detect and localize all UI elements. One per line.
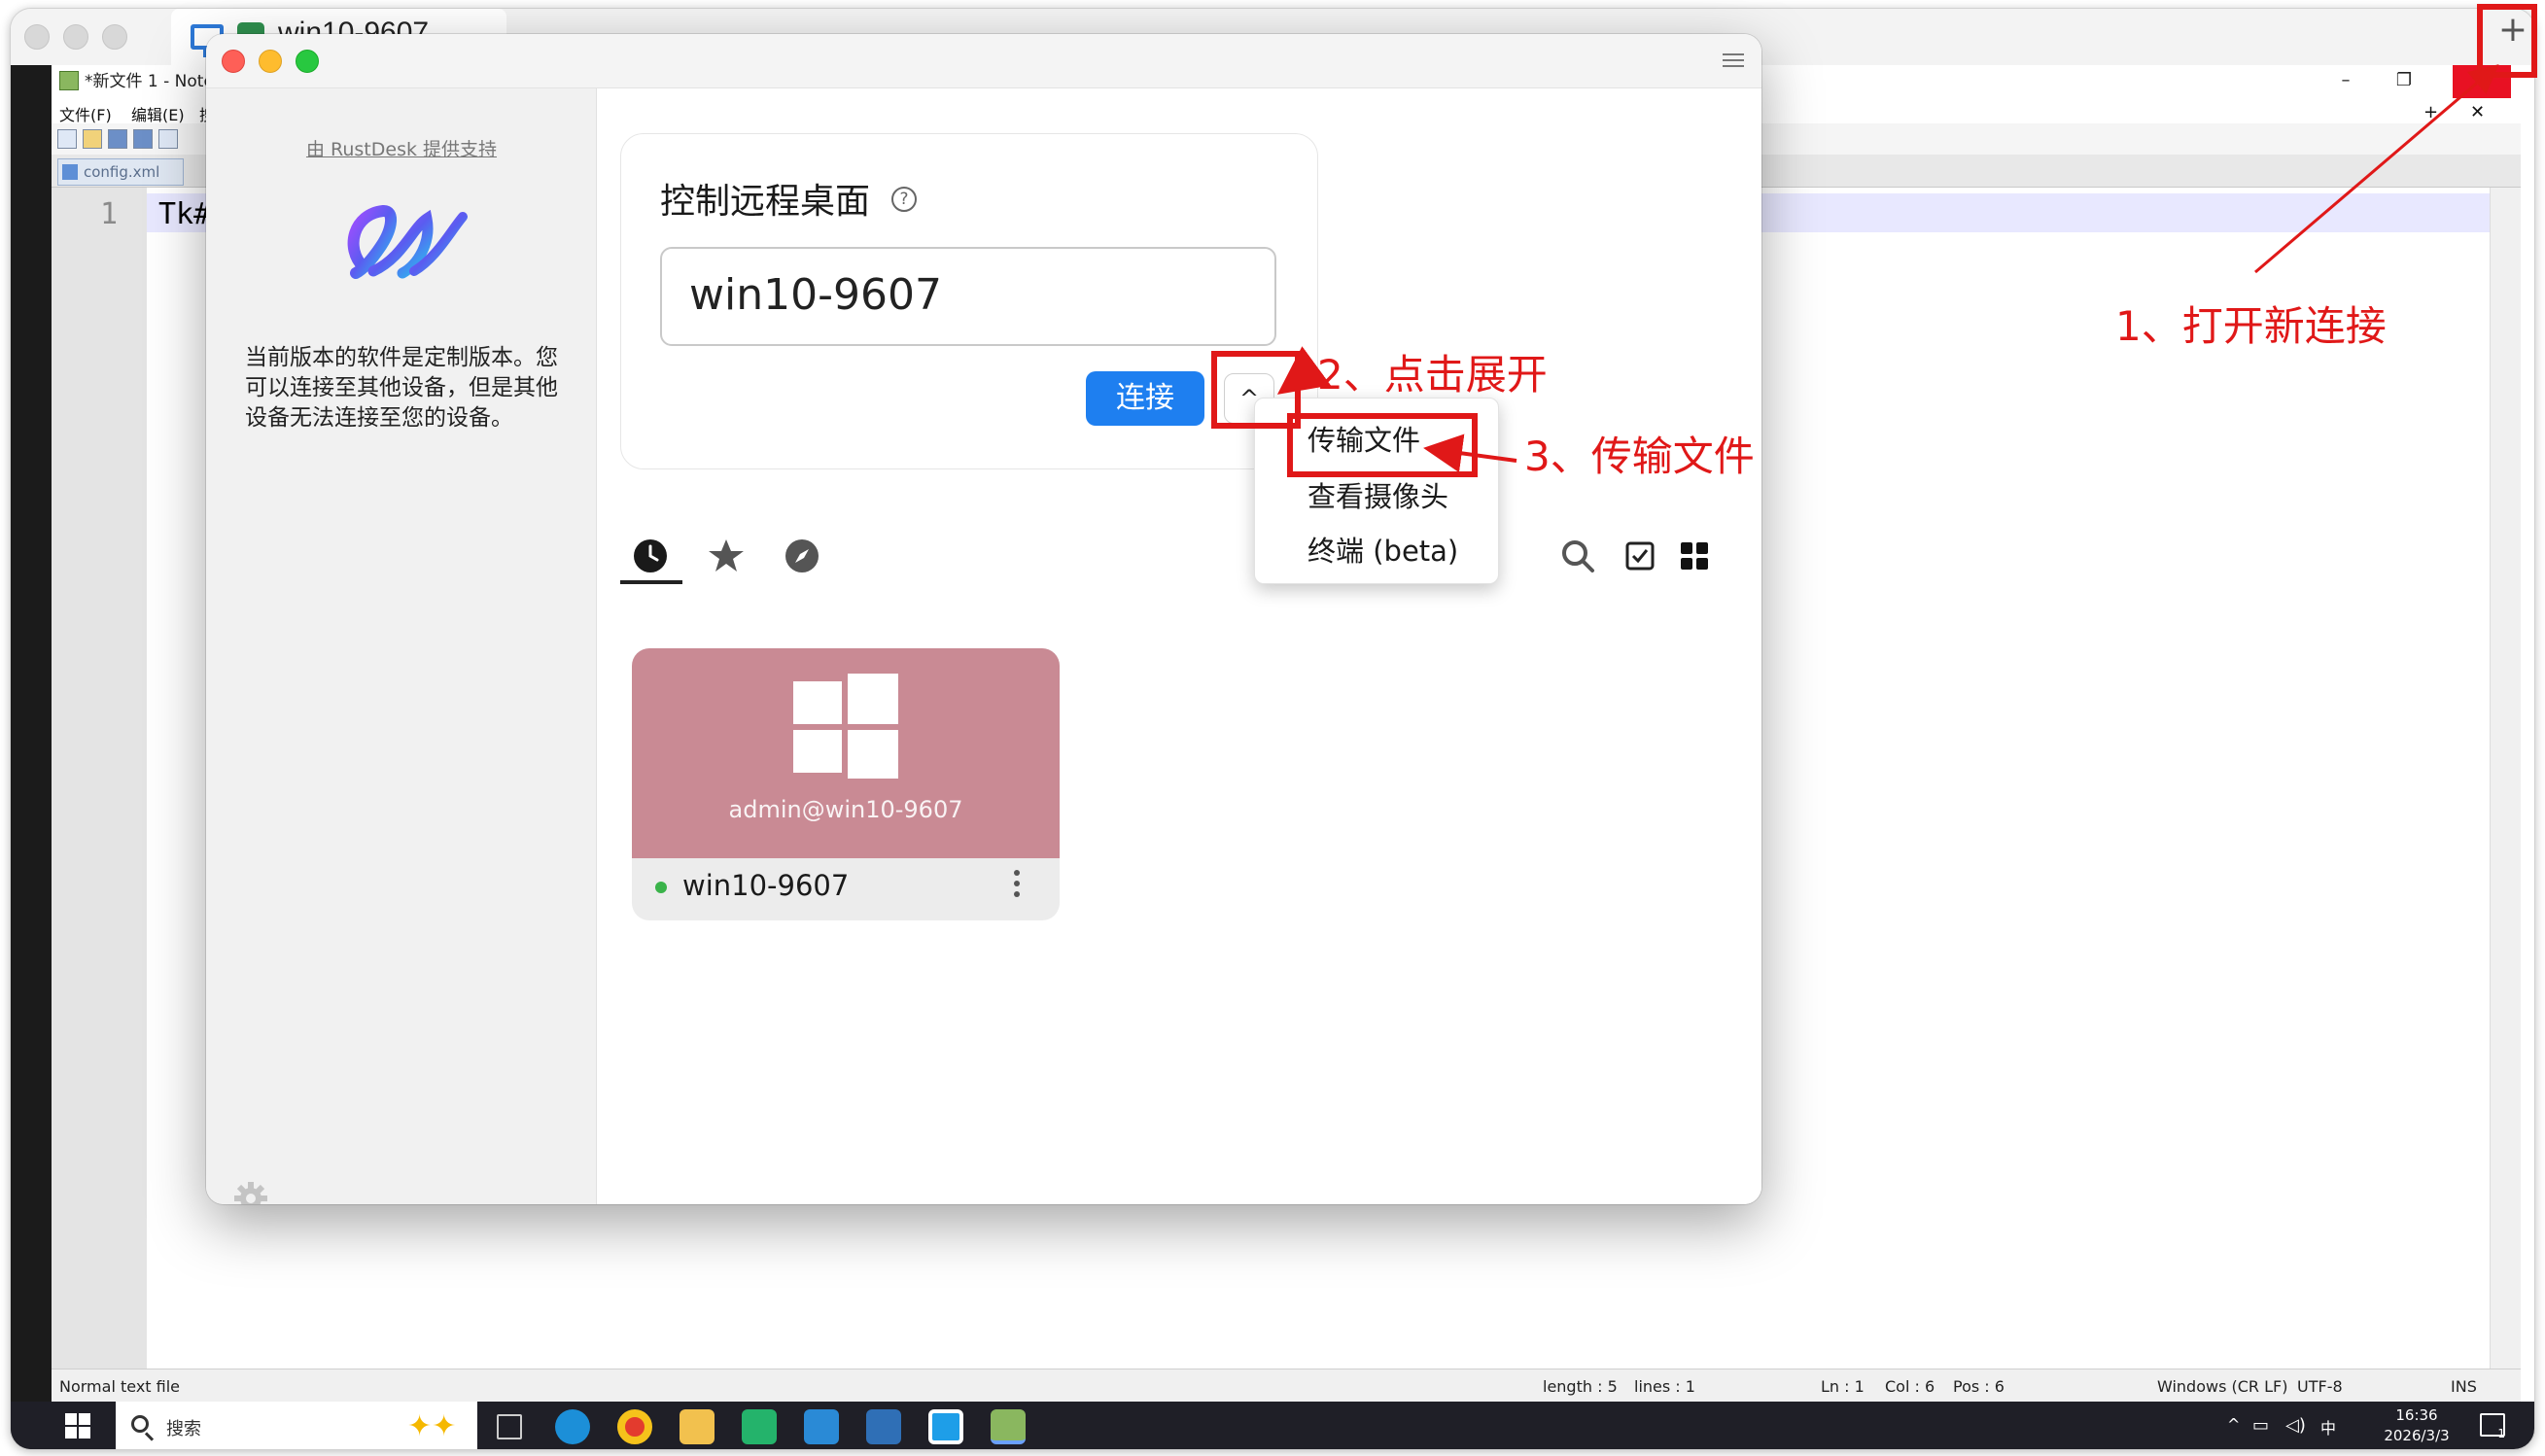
rustdesk-sidebar: 由 RustDesk 提供支持 当前版本的软件是定制版本。您可以连接至其他设备，… — [206, 88, 597, 1204]
search-icon[interactable] — [1559, 537, 1596, 574]
more-options-icon[interactable] — [1005, 868, 1028, 899]
vscode-icon[interactable] — [804, 1409, 839, 1444]
tray-expand-icon[interactable]: ^ — [2227, 1415, 2240, 1434]
minimize-traffic-light[interactable] — [63, 24, 88, 50]
status-eol: Windows (CR LF) — [2157, 1377, 2288, 1396]
taskbar-search-placeholder: 搜索 — [166, 1419, 201, 1439]
rustdesk-main: 控制远程桌面 ? win10-9607 连接 ^ 传输文件 查看摄像头 终端 (… — [597, 88, 1761, 1204]
chrome-icon[interactable] — [617, 1409, 652, 1444]
edge-icon[interactable] — [555, 1409, 590, 1444]
menu-add-icon[interactable]: + — [2423, 102, 2438, 122]
peer-tabs — [620, 526, 1738, 584]
peer-name: win10-9607 — [682, 869, 850, 902]
vertical-scrollbar[interactable] — [2490, 188, 2521, 1369]
peer-thumbnail[interactable]: admin@win10-9607 — [632, 648, 1060, 858]
windows-logo-icon — [793, 674, 898, 779]
favorites-star-icon[interactable] — [708, 537, 745, 574]
help-icon[interactable]: ? — [891, 187, 917, 212]
discovered-compass-icon[interactable] — [784, 537, 820, 574]
status-mode: INS — [2451, 1377, 2477, 1396]
search-icon — [131, 1415, 149, 1433]
remote-id-input[interactable]: win10-9607 — [660, 247, 1276, 346]
active-tab-indicator — [620, 580, 682, 584]
new-file-icon[interactable] — [57, 129, 77, 149]
open-file-icon[interactable] — [83, 129, 102, 149]
settings-gear-icon[interactable] — [231, 1179, 270, 1204]
file-tab-label: config.xml — [84, 163, 160, 181]
rustdesk-zoom-button[interactable] — [296, 50, 319, 73]
peer-card[interactable]: admin@win10-9607 win10-9607 — [632, 648, 1060, 920]
zoom-traffic-light[interactable] — [102, 24, 127, 50]
status-encoding: UTF-8 — [2297, 1377, 2343, 1396]
annotation-box-file-transfer — [1287, 413, 1478, 477]
close-file-icon[interactable] — [158, 129, 178, 149]
taskbar-search[interactable]: 搜索 ✦✦ — [116, 1402, 477, 1449]
powered-by-link[interactable]: 由 RustDesk 提供支持 — [206, 135, 597, 161]
network-icon[interactable]: ▭ — [2252, 1415, 2269, 1436]
annotation-box-new-tab — [2477, 4, 2537, 78]
clock-date: 2026/3/3 — [2384, 1427, 2450, 1444]
status-lines: lines : 1 — [1634, 1377, 1695, 1396]
file-explorer-icon[interactable] — [680, 1409, 715, 1444]
save-all-icon[interactable] — [133, 129, 153, 149]
volume-icon[interactable]: ◁) — [2285, 1415, 2306, 1436]
editor-text: Tk# — [158, 197, 212, 231]
peer-user-host: admin@win10-9607 — [728, 796, 963, 823]
grid-view-icon[interactable] — [1676, 537, 1713, 574]
terminal-icon[interactable] — [866, 1409, 901, 1444]
clock-time: 16:36 — [2395, 1406, 2438, 1424]
windows-taskbar: 搜索 ✦✦ ^ ▭ ◁) 中 16:36 2026/3/3 1 — [11, 1402, 2534, 1449]
control-remote-title: 控制远程桌面 — [660, 182, 871, 222]
custom-version-notice: 当前版本的软件是定制版本。您可以连接至其他设备，但是其他设备无法连接至您的设备。 — [245, 345, 558, 431]
annotation-step2: 2、点击展开 — [1317, 351, 1548, 399]
rustdesk-minimize-button[interactable] — [259, 50, 282, 73]
notepad-title: *新文件 1 - Notep — [85, 72, 225, 91]
app-logo — [347, 205, 468, 279]
copilot-sparkle-icon[interactable]: ✦✦ — [407, 1409, 456, 1443]
windows-start-icon[interactable] — [65, 1413, 90, 1439]
hamburger-menu-icon[interactable] — [1723, 53, 1746, 69]
task-view-icon[interactable] — [497, 1414, 522, 1439]
notepad-taskbar-icon[interactable] — [991, 1409, 1026, 1444]
file-tab[interactable]: config.xml — [57, 158, 184, 186]
rustdesk-titlebar — [206, 34, 1761, 88]
connect-button[interactable]: 连接 — [1086, 371, 1204, 426]
minimize-button[interactable]: – — [2317, 65, 2375, 98]
status-pos: Pos : 6 — [1953, 1377, 2005, 1396]
taskbar-clock[interactable]: 16:36 2026/3/3 — [2373, 1405, 2460, 1446]
file-icon — [62, 164, 78, 180]
close-traffic-light[interactable] — [24, 24, 50, 50]
notification-count: 1 — [2497, 1427, 2505, 1440]
annotation-step3: 3、传输文件 — [1524, 433, 1755, 480]
menu-edit[interactable]: 编辑(E) — [131, 102, 185, 125]
rustdesk-taskbar-icon[interactable] — [928, 1409, 963, 1444]
rustdesk-close-button[interactable] — [222, 50, 245, 73]
annotation-step1: 1、打开新连接 — [2115, 302, 2387, 350]
notification-icon[interactable]: 1 — [2480, 1413, 2505, 1440]
status-col: Col : 6 — [1885, 1377, 1935, 1396]
line-gutter: 1 — [52, 188, 147, 1369]
recent-clock-icon[interactable] — [632, 537, 669, 574]
rustdesk-window: 由 RustDesk 提供支持 当前版本的软件是定制版本。您可以连接至其他设备，… — [206, 34, 1761, 1204]
line-number: 1 — [100, 197, 119, 231]
select-checkbox-icon[interactable] — [1621, 537, 1658, 574]
notepad-statusbar: Normal text file length : 5 lines : 1 Ln… — [52, 1369, 2521, 1402]
notepad-app-icon — [59, 71, 79, 90]
menu-item-view-camera[interactable]: 查看摄像头 — [1307, 474, 1448, 515]
pycharm-icon[interactable] — [742, 1409, 777, 1444]
ime-indicator[interactable]: 中 — [2320, 1415, 2336, 1439]
menu-file[interactable]: 文件(F) — [59, 102, 112, 125]
status-length: length : 5 — [1543, 1377, 1618, 1396]
status-ln: Ln : 1 — [1821, 1377, 1865, 1396]
remote-left-strip — [11, 65, 52, 1449]
status-file-type: Normal text file — [59, 1377, 181, 1396]
restore-button[interactable]: ❐ — [2375, 65, 2433, 98]
online-status-dot — [655, 882, 667, 893]
save-icon[interactable] — [108, 129, 127, 149]
menu-close-icon[interactable]: ✕ — [2470, 102, 2485, 122]
